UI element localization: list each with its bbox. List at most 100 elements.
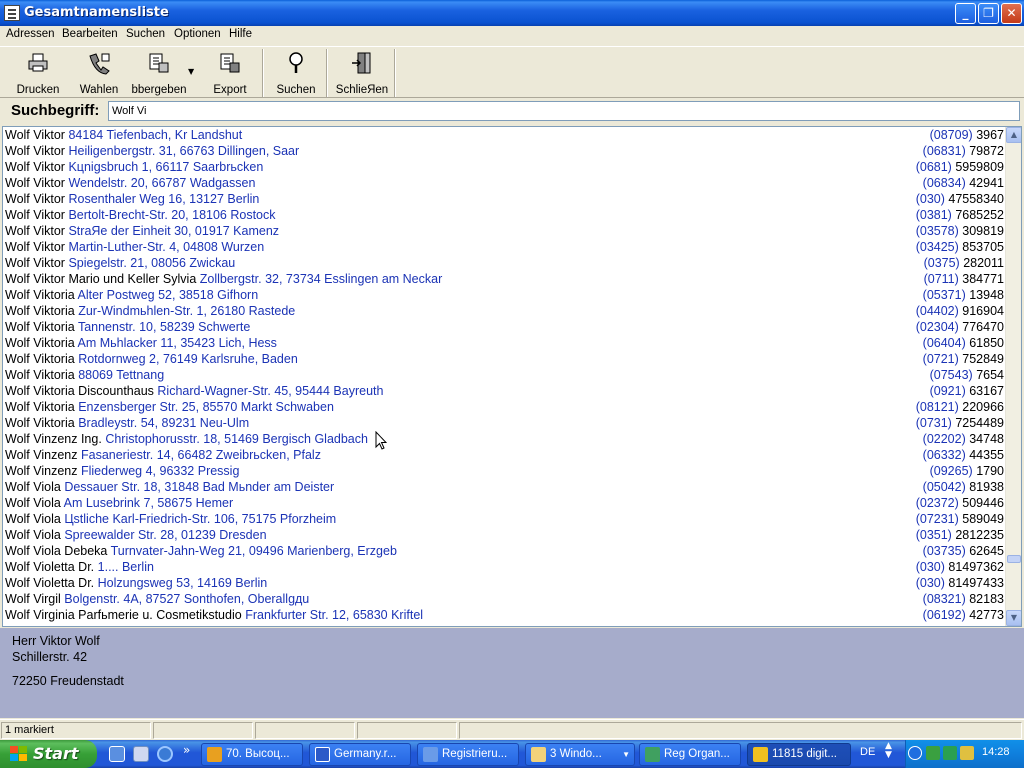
entry-phone[interactable]: (08121) 220966 [916,400,1004,414]
list-item[interactable]: Wolf Viktoria Bradleystr. 54, 89231 Neu-… [3,415,1006,431]
entry-phone[interactable]: (06834) 42941 [923,176,1004,190]
entry-address[interactable]: Rotdornweg 2, 76149 Karlsruhe, Baden [78,352,298,366]
print-button[interactable]: Drucken [10,49,66,97]
task-group-button[interactable]: 3 Windo... ▼ [525,743,635,766]
transfer-dropdown-icon[interactable]: ▼ [188,67,194,76]
list-item[interactable]: Wolf Viktoria Discounthaus Richard-Wagne… [3,383,1006,399]
entry-phone[interactable]: (03578) 309819 [916,224,1004,238]
tray-network-icon[interactable] [926,746,940,760]
entry-phone[interactable]: (0351) 2812235 [916,528,1004,542]
tray-scroll-icon[interactable]: ▲ ▼ [885,742,892,760]
entry-phone[interactable]: (030) 47558340 [916,192,1004,206]
entry-phone[interactable]: (06192) 42773 [923,608,1004,622]
entry-address[interactable]: Tannenstr. 10, 58239 Schwerte [78,320,250,334]
entry-address[interactable]: Heiligenbergstr. 31, 66763 Dillingen, Sa… [68,144,299,158]
quicklaunch-overflow-icon[interactable]: » [183,743,190,757]
entry-phone[interactable]: (05371) 13948 [923,288,1004,302]
entry-phone[interactable]: (0731) 7254489 [916,416,1004,430]
menu-suchen[interactable]: Suchen [126,28,165,40]
close-app-button[interactable]: SchlieЯen [332,49,392,97]
list-item[interactable]: Wolf Violetta Dr. Holzungsweg 53, 14169 … [3,575,1006,591]
entry-address[interactable]: Martin-Luther-Str. 4, 04808 Wurzen [68,240,264,254]
entry-phone[interactable]: (030) 81497433 [916,576,1004,590]
list-item[interactable]: Wolf Viola Debeka Turnvater-Jahn-Weg 21,… [3,543,1006,559]
list-item[interactable]: Wolf Vinzenz Ing. Christophorusstr. 18, … [3,431,1006,447]
list-item[interactable]: Wolf Viktoria Rotdornweg 2, 76149 Karlsr… [3,351,1006,367]
entry-phone[interactable]: (08709) 3967 [930,128,1004,142]
entry-phone[interactable]: (06831) 79872 [923,144,1004,158]
scrollbar-thumb[interactable] [1007,555,1021,563]
list-item[interactable]: Wolf Viktor Heiligenbergstr. 31, 66763 D… [3,143,1006,159]
app-icon[interactable] [4,5,20,21]
entry-address[interactable]: Цstliche Karl-Friedrich-Str. 106, 75175 … [64,512,336,526]
language-indicator[interactable]: DE [860,746,875,758]
transfer-button[interactable]: bbergeben [130,49,188,97]
entry-phone[interactable]: (06332) 44355 [923,448,1004,462]
list-item[interactable]: Wolf Viola Spreewalder Str. 28, 01239 Dr… [3,527,1006,543]
entry-address[interactable]: Holzungsweg 53, 14169 Berlin [98,576,268,590]
export-button[interactable]: Export [202,49,258,97]
minimize-button[interactable]: _ [955,3,976,24]
list-item[interactable]: Wolf Virgil Bolgenstr. 4A, 87527 Sonthof… [3,591,1006,607]
entry-phone[interactable]: (0711) 384771 [924,272,1004,286]
entry-address[interactable]: 88069 Tettnang [78,368,164,382]
entry-address[interactable]: Am Lusebrink 7, 58675 Hemer [64,496,234,510]
scroll-down-icon[interactable]: ▼ [1006,610,1021,626]
list-item[interactable]: Wolf Viktor Spiegelstr. 21, 08056 Zwicka… [3,255,1006,271]
entry-address[interactable]: Rosenthaler Weg 16, 13127 Berlin [68,192,259,206]
task-button-active[interactable]: 11815 digit... [747,743,851,766]
list-item[interactable]: Wolf Viktor Bertolt-Brecht-Str. 20, 1810… [3,207,1006,223]
tray-expand-icon[interactable] [908,746,922,760]
list-item[interactable]: Wolf Viktor StraЯe der Einheit 30, 01917… [3,223,1006,239]
list-item[interactable]: Wolf Viola Am Lusebrink 7, 58675 Hemer (0… [3,495,1006,511]
list-item[interactable]: Wolf Viktoria Am Mьhlacker 11, 35423 Lic… [3,335,1006,351]
entry-phone[interactable]: (0721) 752849 [923,352,1004,366]
entry-phone[interactable]: (04402) 916904 [916,304,1004,318]
entry-phone[interactable]: (06404) 61850 [923,336,1004,350]
task-button[interactable]: 70. Высоц... [201,743,303,766]
results-list[interactable]: Wolf Viktor 84184 Tiefenbach, Kr Landshu… [2,126,1022,627]
entry-phone[interactable]: (03425) 853705 [916,240,1004,254]
entry-phone[interactable]: (07543) 7654 [930,368,1004,382]
list-item[interactable]: Wolf Viktor Wendelstr. 20, 66787 Wadgass… [3,175,1006,191]
entry-address[interactable]: Frankfurter Str. 12, 65830 Kriftel [245,608,423,622]
list-item[interactable]: Wolf Viktoria Enzensberger Str. 25, 8557… [3,399,1006,415]
entry-phone[interactable]: (030) 81497362 [916,560,1004,574]
entry-phone[interactable]: (08321) 82183 [923,592,1004,606]
entry-address[interactable]: StraЯe der Einheit 30, 01917 Kamenz [68,224,279,238]
menu-optionen[interactable]: Optionen [174,28,221,40]
list-item[interactable]: Wolf Viola Dessauer Str. 18, 31848 Bad M… [3,479,1006,495]
entry-address[interactable]: Zollbergstr. 32, 73734 Esslingen am Neck… [200,272,443,286]
list-item[interactable]: Wolf Viktor Martin-Luther-Str. 4, 04808 … [3,239,1006,255]
entry-address[interactable]: Kцnigsbruch 1, 66117 Saarbrьcken [68,160,263,174]
entry-address[interactable]: Zur-Windmьhlen-Str. 1, 26180 Rastede [78,304,295,318]
menu-hilfe[interactable]: Hilfe [229,28,252,40]
list-item[interactable]: Wolf Viktoria Zur-Windmьhlen-Str. 1, 261… [3,303,1006,319]
list-item[interactable]: Wolf Viktoria 88069 Tettnang (07543) 7654 [3,367,1006,383]
start-button[interactable]: Start [0,740,97,768]
internet-explorer-icon[interactable] [157,746,173,762]
list-item[interactable]: Wolf Vinzenz Fasaneriestr. 14, 66482 Zwe… [3,447,1006,463]
title-bar[interactable]: Gesamtnamensliste _ ❐ ✕ [0,0,1024,26]
entry-address[interactable]: Am Mьhlacker 11, 35423 Lich, Hess [78,336,277,350]
menu-bearbeiten[interactable]: Bearbeiten [62,28,118,40]
entry-phone[interactable]: (0681) 5959809 [916,160,1004,174]
mail-icon[interactable] [133,746,149,762]
list-item[interactable]: Wolf Viktoria Alter Postweg 52, 38518 Gi… [3,287,1006,303]
entry-phone[interactable]: (03735) 62645 [923,544,1004,558]
list-item[interactable]: Wolf Viktor Rosenthaler Weg 16, 13127 Be… [3,191,1006,207]
search-button[interactable]: Suchen [268,49,324,97]
entry-address[interactable]: Bolgenstr. 4A, 87527 Sonthofen, Oberallg… [64,592,309,606]
menu-adressen[interactable]: Adressen [6,28,55,40]
entry-address[interactable]: 84184 Tiefenbach, Kr Landshut [68,128,242,142]
entry-phone[interactable]: (0921) 63167 [930,384,1004,398]
tray-app-icon[interactable] [943,746,957,760]
list-item[interactable]: Wolf Viktor Mario und Keller Sylvia Zoll… [3,271,1006,287]
task-button[interactable]: Registrieru... [417,743,519,766]
entry-address[interactable]: Dessauer Str. 18, 31848 Bad Mьnder am De… [64,480,334,494]
entry-address[interactable]: 1.... Berlin [98,560,154,574]
entry-address[interactable]: Spreewalder Str. 28, 01239 Dresden [64,528,266,542]
entry-address[interactable]: Bertolt-Brecht-Str. 20, 18106 Rostock [68,208,275,222]
search-input[interactable]: Wolf Vi [108,101,1020,121]
list-item[interactable]: Wolf Viola Цstliche Karl-Friedrich-Str. … [3,511,1006,527]
